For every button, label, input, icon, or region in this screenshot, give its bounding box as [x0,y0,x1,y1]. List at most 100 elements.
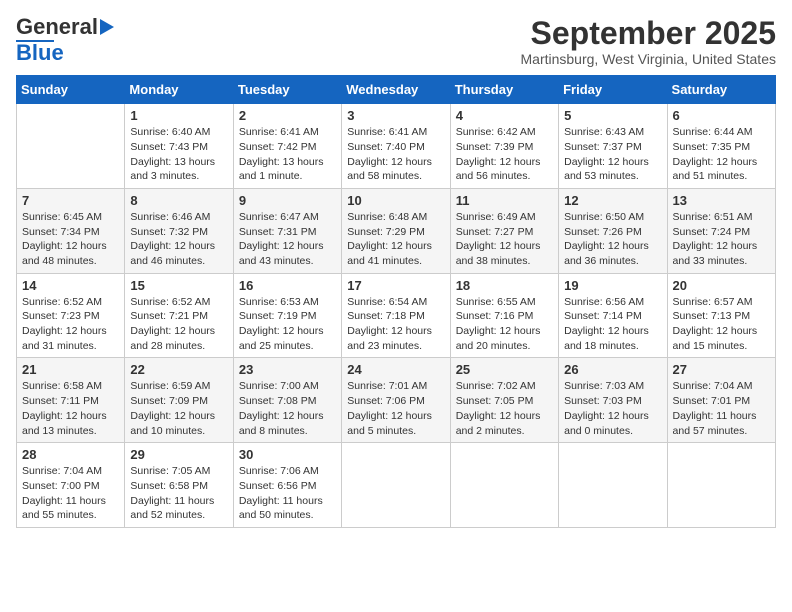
cell-info: Sunrise: 6:44 AMSunset: 7:35 PMDaylight:… [673,125,770,184]
calendar-week-row: 21 Sunrise: 6:58 AMSunset: 7:11 PMDayligh… [17,358,776,443]
col-header-monday: Monday [125,76,233,104]
day-number: 14 [22,278,119,293]
cell-info: Sunrise: 7:01 AMSunset: 7:06 PMDaylight:… [347,379,444,438]
cell-info: Sunrise: 6:42 AMSunset: 7:39 PMDaylight:… [456,125,553,184]
cell-info: Sunrise: 6:55 AMSunset: 7:16 PMDaylight:… [456,295,553,354]
col-header-thursday: Thursday [450,76,558,104]
day-number: 29 [130,447,227,462]
day-number: 18 [456,278,553,293]
calendar-week-row: 7 Sunrise: 6:45 AMSunset: 7:34 PMDaylight… [17,188,776,273]
day-number: 15 [130,278,227,293]
cell-info: Sunrise: 6:52 AMSunset: 7:23 PMDaylight:… [22,295,119,354]
calendar-cell: 14 Sunrise: 6:52 AMSunset: 7:23 PMDayligh… [17,273,125,358]
calendar-cell [17,104,125,189]
cell-info: Sunrise: 6:52 AMSunset: 7:21 PMDaylight:… [130,295,227,354]
calendar-table: SundayMondayTuesdayWednesdayThursdayFrid… [16,75,776,528]
calendar-cell [667,443,775,528]
calendar-cell: 29 Sunrise: 7:05 AMSunset: 6:58 PMDayligh… [125,443,233,528]
cell-info: Sunrise: 7:00 AMSunset: 7:08 PMDaylight:… [239,379,336,438]
calendar-cell: 15 Sunrise: 6:52 AMSunset: 7:21 PMDayligh… [125,273,233,358]
calendar-cell: 27Sunrise: 7:04 AMSunset: 7:01 PMDayligh… [667,358,775,443]
day-number: 28 [22,447,119,462]
cell-info: Sunrise: 6:54 AMSunset: 7:18 PMDaylight:… [347,295,444,354]
day-number: 8 [130,193,227,208]
cell-info: Sunrise: 7:03 AMSunset: 7:03 PMDaylight:… [564,379,661,438]
logo-arrow-icon [100,19,114,35]
day-number: 5 [564,108,661,123]
logo-text: General [16,16,98,38]
col-header-friday: Friday [559,76,667,104]
day-number: 19 [564,278,661,293]
calendar-cell: 30 Sunrise: 7:06 AMSunset: 6:56 PMDayligh… [233,443,341,528]
cell-info: Sunrise: 7:06 AMSunset: 6:56 PMDaylight:… [239,464,336,523]
logo: General Blue [16,16,114,64]
calendar-cell: 12 Sunrise: 6:50 AMSunset: 7:26 PMDayligh… [559,188,667,273]
day-number: 17 [347,278,444,293]
calendar-cell: 21 Sunrise: 6:58 AMSunset: 7:11 PMDayligh… [17,358,125,443]
page-header: General Blue September 2025 Martinsburg,… [16,16,776,67]
day-number: 21 [22,362,119,377]
location: Martinsburg, West Virginia, United State… [521,51,777,67]
calendar-header-row: SundayMondayTuesdayWednesdayThursdayFrid… [17,76,776,104]
day-number: 30 [239,447,336,462]
calendar-cell [450,443,558,528]
day-number: 1 [130,108,227,123]
calendar-cell: 20 Sunrise: 6:57 AMSunset: 7:13 PMDayligh… [667,273,775,358]
title-section: September 2025 Martinsburg, West Virgini… [521,16,777,67]
calendar-cell: 10 Sunrise: 6:48 AMSunset: 7:29 PMDayligh… [342,188,450,273]
day-number: 11 [456,193,553,208]
day-number: 9 [239,193,336,208]
day-number: 6 [673,108,770,123]
calendar-cell: 4 Sunrise: 6:42 AMSunset: 7:39 PMDaylight… [450,104,558,189]
calendar-cell: 5Sunrise: 6:43 AMSunset: 7:37 PMDaylight… [559,104,667,189]
col-header-tuesday: Tuesday [233,76,341,104]
calendar-cell: 16Sunrise: 6:53 AMSunset: 7:19 PMDayligh… [233,273,341,358]
calendar-cell [559,443,667,528]
cell-info: Sunrise: 6:56 AMSunset: 7:14 PMDaylight:… [564,295,661,354]
calendar-cell: 17 Sunrise: 6:54 AMSunset: 7:18 PMDayligh… [342,273,450,358]
calendar-cell [342,443,450,528]
calendar-cell: 1 Sunrise: 6:40 AMSunset: 7:43 PMDaylight… [125,104,233,189]
cell-info: Sunrise: 6:58 AMSunset: 7:11 PMDaylight:… [22,379,119,438]
day-number: 4 [456,108,553,123]
day-number: 20 [673,278,770,293]
calendar-week-row: 14 Sunrise: 6:52 AMSunset: 7:23 PMDayligh… [17,273,776,358]
day-number: 2 [239,108,336,123]
cell-info: Sunrise: 6:49 AMSunset: 7:27 PMDaylight:… [456,210,553,269]
cell-info: Sunrise: 6:45 AMSunset: 7:34 PMDaylight:… [22,210,119,269]
calendar-cell: 2Sunrise: 6:41 AMSunset: 7:42 PMDaylight… [233,104,341,189]
calendar-cell: 9Sunrise: 6:47 AMSunset: 7:31 PMDaylight… [233,188,341,273]
cell-info: Sunrise: 6:46 AMSunset: 7:32 PMDaylight:… [130,210,227,269]
calendar-week-row: 28Sunrise: 7:04 AMSunset: 7:00 PMDayligh… [17,443,776,528]
day-number: 25 [456,362,553,377]
cell-info: Sunrise: 7:05 AMSunset: 6:58 PMDaylight:… [130,464,227,523]
day-number: 13 [673,193,770,208]
day-number: 26 [564,362,661,377]
day-number: 7 [22,193,119,208]
calendar-cell: 19 Sunrise: 6:56 AMSunset: 7:14 PMDayligh… [559,273,667,358]
col-header-wednesday: Wednesday [342,76,450,104]
calendar-cell: 18 Sunrise: 6:55 AMSunset: 7:16 PMDayligh… [450,273,558,358]
calendar-cell: 25 Sunrise: 7:02 AMSunset: 7:05 PMDayligh… [450,358,558,443]
month-title: September 2025 [521,16,777,51]
day-number: 12 [564,193,661,208]
cell-info: Sunrise: 6:41 AMSunset: 7:40 PMDaylight:… [347,125,444,184]
calendar-cell: 23Sunrise: 7:00 AMSunset: 7:08 PMDayligh… [233,358,341,443]
cell-info: Sunrise: 6:40 AMSunset: 7:43 PMDaylight:… [130,125,227,184]
calendar-cell: 22Sunrise: 6:59 AMSunset: 7:09 PMDayligh… [125,358,233,443]
cell-info: Sunrise: 6:59 AMSunset: 7:09 PMDaylight:… [130,379,227,438]
cell-info: Sunrise: 6:57 AMSunset: 7:13 PMDaylight:… [673,295,770,354]
col-header-sunday: Sunday [17,76,125,104]
calendar-cell: 6 Sunrise: 6:44 AMSunset: 7:35 PMDaylight… [667,104,775,189]
day-number: 16 [239,278,336,293]
cell-info: Sunrise: 6:50 AMSunset: 7:26 PMDaylight:… [564,210,661,269]
cell-info: Sunrise: 6:48 AMSunset: 7:29 PMDaylight:… [347,210,444,269]
calendar-cell: 7 Sunrise: 6:45 AMSunset: 7:34 PMDaylight… [17,188,125,273]
calendar-cell: 13 Sunrise: 6:51 AMSunset: 7:24 PMDayligh… [667,188,775,273]
col-header-saturday: Saturday [667,76,775,104]
calendar-cell: 11 Sunrise: 6:49 AMSunset: 7:27 PMDayligh… [450,188,558,273]
cell-info: Sunrise: 7:02 AMSunset: 7:05 PMDaylight:… [456,379,553,438]
cell-info: Sunrise: 6:51 AMSunset: 7:24 PMDaylight:… [673,210,770,269]
day-number: 10 [347,193,444,208]
calendar-cell: 24Sunrise: 7:01 AMSunset: 7:06 PMDayligh… [342,358,450,443]
